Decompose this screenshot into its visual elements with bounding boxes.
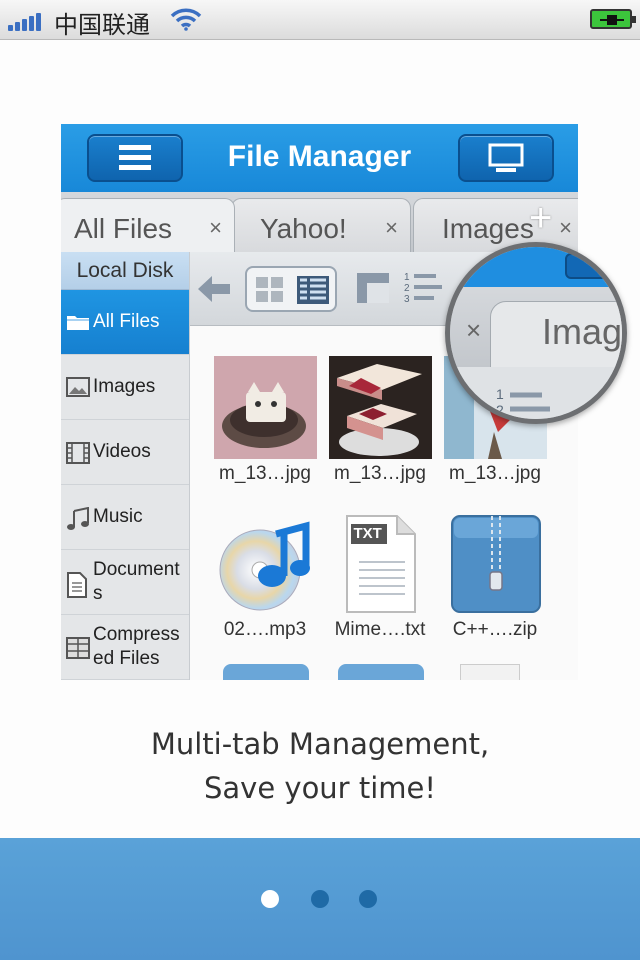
close-tab-icon[interactable]: × [559, 215, 572, 241]
wifi-icon [170, 8, 202, 31]
tab-all-files[interactable]: All Files × [61, 198, 235, 252]
image-icon [66, 377, 90, 397]
file-item[interactable]: m_13…jpg [321, 356, 439, 485]
page-dot-3[interactable] [359, 890, 377, 908]
carrier-name: 中国联通 [54, 11, 150, 39]
svg-text:1: 1 [496, 386, 504, 402]
zip-file-icon [444, 512, 547, 615]
back-arrow-icon[interactable] [196, 274, 232, 304]
close-tab-icon[interactable]: × [385, 215, 398, 241]
zip-file-icon [338, 664, 424, 680]
sort-icon[interactable]: 1 2 3 [404, 270, 444, 304]
sidebar-item-images[interactable]: Images [61, 355, 189, 420]
tab-bar: All Files × Yahoo! × Images × + [61, 192, 578, 252]
audio-file-icon [214, 512, 317, 615]
close-tab-icon[interactable]: × [209, 215, 222, 241]
sidebar-item-compressed-files[interactable]: Compress ed Files [61, 615, 189, 680]
zip-file-icon [223, 664, 309, 680]
photo-thumbnail [213, 356, 317, 459]
tab-yahoo[interactable]: Yahoo! × [231, 198, 411, 252]
grid-view-icon[interactable] [255, 276, 285, 304]
document-icon [460, 664, 520, 680]
archive-icon [66, 637, 90, 659]
sidebar-header: Local Disk [61, 252, 189, 290]
sidebar-item-all-files[interactable]: All Files [61, 290, 189, 355]
sidebar-item-music[interactable]: Music [61, 485, 189, 550]
sidebar: Local Disk All Files Images Videos Music… [61, 252, 190, 680]
file-type-badge: TXT [353, 525, 382, 542]
add-tab-button[interactable]: + [529, 196, 552, 241]
magnified-tab-label: Image [542, 311, 623, 352]
photo-thumbnail [328, 356, 432, 459]
file-item[interactable]: 02….mp3 [206, 512, 324, 641]
svg-text:3: 3 [404, 294, 410, 304]
display-button[interactable] [458, 134, 554, 182]
svg-text:2: 2 [404, 283, 410, 294]
footer-bar [0, 838, 640, 960]
document-icon [67, 572, 87, 598]
magnifier-callout: × Image 1 2 [445, 242, 627, 424]
page-dot-2[interactable] [311, 890, 329, 908]
monitor-icon [488, 143, 524, 172]
app-titlebar: File Manager [61, 124, 578, 192]
file-item[interactable]: TXT Mime….txt [321, 512, 439, 641]
sidebar-item-videos[interactable]: Videos [61, 420, 189, 485]
sort-icon: 1 2 [496, 386, 550, 418]
sidebar-item-documents[interactable]: Document s [61, 550, 189, 615]
svg-text:2: 2 [496, 402, 504, 418]
list-view-icon[interactable] [297, 276, 329, 304]
caption-line-1: Multi-tab Management, [150, 727, 490, 761]
text-file-icon: TXT [329, 512, 432, 615]
close-tab-icon: × [466, 315, 482, 345]
signal-icon [8, 11, 48, 31]
select-icon[interactable] [356, 272, 390, 304]
status-bar: 中国联通 [0, 0, 640, 40]
battery-icon [590, 9, 636, 29]
view-mode-toggle[interactable] [245, 266, 337, 312]
film-icon [66, 442, 90, 464]
folder-icon [67, 316, 89, 330]
file-item[interactable]: m_13…jpg [206, 356, 324, 485]
music-note-icon [67, 507, 89, 530]
svg-text:1: 1 [404, 272, 410, 283]
caption-line-2: Save your time! [204, 771, 436, 805]
page-dot-1[interactable] [261, 890, 279, 908]
file-item[interactable]: C++….zip [436, 512, 554, 641]
